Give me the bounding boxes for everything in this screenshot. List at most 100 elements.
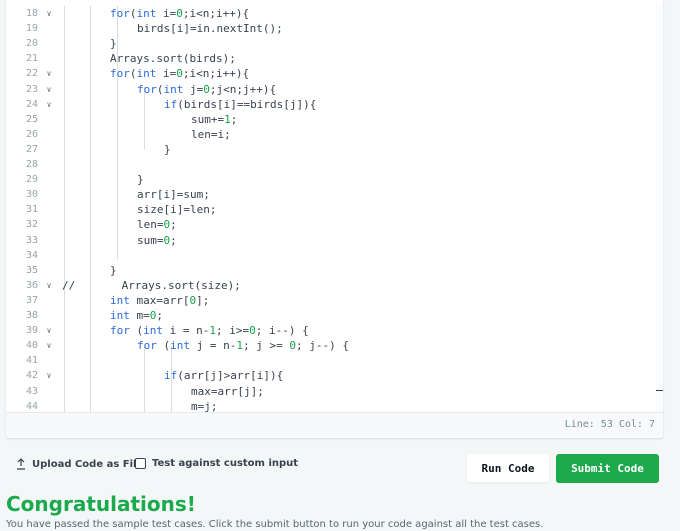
code-text: if(arr[j]>arr[i]){ <box>164 369 284 383</box>
result-message: You have passed the sample test cases. C… <box>6 519 544 530</box>
upload-code-label: Upload Code as File <box>32 458 144 470</box>
run-code-button[interactable]: Run Code <box>467 454 549 482</box>
code-line[interactable]: 29} <box>6 172 656 187</box>
line-number: 22 <box>25 68 38 80</box>
code-line[interactable]: 23 ∨ for(int j=0;j<n;j++){ <box>6 82 656 97</box>
editor-scrollbar[interactable] <box>656 6 663 412</box>
code-line[interactable]: 22 ∨ for(int i=0;i<n;i++){ <box>6 66 656 81</box>
line-number: 19 <box>25 23 38 35</box>
code-line[interactable]: 21 Arrays.sort(birds); <box>6 51 656 66</box>
line-number: 24 <box>25 98 38 110</box>
code-text: size[i]=len; <box>137 203 217 217</box>
upload-icon <box>17 458 25 470</box>
code-line[interactable]: 35} <box>6 263 656 278</box>
line-number: 27 <box>25 143 38 155</box>
line-number: 41 <box>25 355 38 367</box>
code-line[interactable]: 25 sum+=1; <box>6 112 656 127</box>
chevron-down-icon[interactable]: ∨ <box>44 82 54 97</box>
code-line[interactable]: 30 arr[i]=sum; <box>6 187 656 202</box>
code-text: } <box>164 142 171 156</box>
chevron-down-icon[interactable]: ∨ <box>44 338 54 353</box>
line-number: 40 <box>25 340 38 352</box>
code-text: for (int i = n-1; i>=0; i--) { <box>110 324 309 338</box>
line-number: 26 <box>25 128 38 140</box>
line-number: 29 <box>25 174 38 186</box>
line-number: 35 <box>25 264 38 276</box>
code-line[interactable]: 31 size[i]=len; <box>6 202 656 217</box>
chevron-down-icon[interactable]: ∨ <box>44 66 54 81</box>
code-text: len=i; <box>191 127 231 141</box>
chevron-down-icon[interactable]: ∨ <box>44 368 54 383</box>
code-line[interactable]: 20} <box>6 36 656 51</box>
line-number: 31 <box>25 204 38 216</box>
cursor-position: Line: 53 Col: 7 <box>564 419 655 430</box>
code-text: // Arrays.sort(size); <box>62 278 241 292</box>
line-number: 39 <box>25 325 38 337</box>
code-line[interactable]: 38 int m=0; <box>6 308 656 323</box>
line-number: 23 <box>25 83 38 95</box>
scrollbar-marker <box>656 390 663 391</box>
code-text: int max=arr[0]; <box>110 293 210 307</box>
code-line[interactable]: 34 <box>6 248 656 263</box>
code-editor[interactable]: 18 ∨ for(int i=0;i<n;i++){ 19 birds[i]=in.ne… <box>6 0 663 438</box>
code-line[interactable]: 26 len=i; <box>6 127 656 142</box>
line-number: 34 <box>25 249 38 261</box>
code-text: for(int i=0;i<n;i++){ <box>110 67 250 81</box>
code-text: sum=0; <box>137 233 177 247</box>
code-line[interactable]: 39 ∨ for (int i = n-1; i>=0; i--) { <box>6 323 656 338</box>
code-text: arr[i]=sum; <box>137 188 210 202</box>
line-number: 25 <box>25 113 38 125</box>
custom-input-toggle[interactable]: Test against custom input <box>135 458 298 469</box>
code-line[interactable]: 44 m=j; <box>6 399 656 412</box>
line-number: 28 <box>25 159 38 170</box>
line-number: 30 <box>25 189 38 201</box>
custom-input-checkbox[interactable] <box>135 458 146 469</box>
line-number: 36 <box>25 279 38 291</box>
submit-code-button[interactable]: Submit Code <box>556 454 659 483</box>
code-line[interactable]: 37 int max=arr[0]; <box>6 293 656 308</box>
line-number: 20 <box>25 38 38 50</box>
line-number: 33 <box>25 234 38 246</box>
code-line[interactable]: 42 ∨ if(arr[j]>arr[i]){ <box>6 368 656 383</box>
code-text: for(int j=0;j<n;j++){ <box>137 82 277 96</box>
custom-input-label: Test against custom input <box>152 458 299 469</box>
chevron-down-icon[interactable]: ∨ <box>44 97 54 112</box>
code-text: for (int j = n-1; j >= 0; j--) { <box>137 339 349 353</box>
code-text: Arrays.sort(birds); <box>110 52 236 66</box>
line-number: 32 <box>25 219 38 231</box>
line-number: 18 <box>25 8 38 19</box>
code-text: for(int i=0;i<n;i++){ <box>110 7 250 20</box>
upload-code-button[interactable]: Upload Code as File <box>16 458 143 470</box>
code-line[interactable]: 33 sum=0; <box>6 233 656 248</box>
code-line[interactable]: 41 <box>6 353 656 368</box>
code-line[interactable]: 43 max=arr[j]; <box>6 384 656 399</box>
code-line[interactable]: 27} <box>6 142 656 157</box>
result-title: Congratulations! <box>6 492 196 516</box>
code-text: } <box>137 173 144 187</box>
code-line[interactable]: 18 ∨ for(int i=0;i<n;i++){ <box>6 6 656 21</box>
chevron-down-icon[interactable]: ∨ <box>44 323 54 338</box>
line-number: 37 <box>25 294 38 306</box>
code-text: int m=0; <box>110 309 163 322</box>
editor-status-bar: Line: 53 Col: 7 <box>6 412 663 438</box>
code-area[interactable]: 18 ∨ for(int i=0;i<n;i++){ 19 birds[i]=in.ne… <box>6 6 656 412</box>
code-line[interactable]: 19 birds[i]=in.nextInt(); <box>6 21 656 36</box>
code-line[interactable]: 36 ∨ // Arrays.sort(size); <box>6 278 656 293</box>
code-text: m=j; <box>191 399 218 412</box>
code-text: } <box>110 37 117 51</box>
chevron-down-icon[interactable]: ∨ <box>44 278 54 293</box>
code-text: birds[i]=in.nextInt(); <box>137 22 283 36</box>
code-line[interactable]: 40 ∨ for (int j = n-1; j >= 0; j--) { <box>6 338 656 353</box>
code-line[interactable]: 32 len=0; <box>6 217 656 232</box>
code-text: sum+=1; <box>191 112 238 126</box>
code-text: len=0; <box>137 218 177 232</box>
code-text: max=arr[j]; <box>191 384 264 398</box>
code-text: if(birds[i]==birds[j]){ <box>164 97 317 111</box>
code-line[interactable]: 28 <box>6 157 656 172</box>
line-number: 44 <box>25 400 38 412</box>
line-number: 42 <box>25 370 38 382</box>
chevron-down-icon[interactable]: ∨ <box>44 6 54 21</box>
code-text: } <box>110 263 117 277</box>
line-number: 21 <box>25 53 38 65</box>
code-line[interactable]: 24 ∨ if(birds[i]==birds[j]){ <box>6 97 656 112</box>
